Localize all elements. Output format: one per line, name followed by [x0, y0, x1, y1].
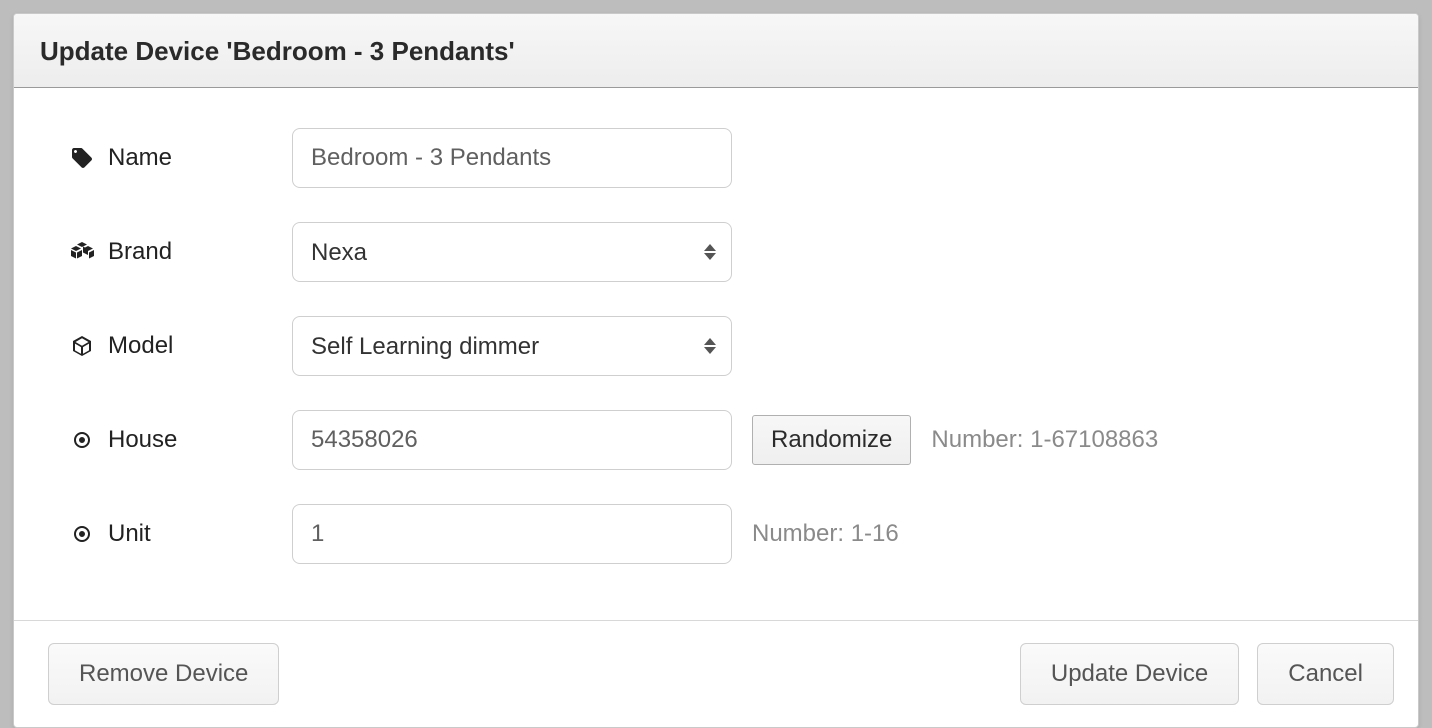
label-house-text: House: [108, 426, 177, 454]
model-select[interactable]: Self Learning dimmer: [292, 316, 732, 376]
row-unit: Unit Number: 1-16: [70, 504, 1368, 564]
name-input[interactable]: [292, 128, 732, 188]
tag-icon: [70, 146, 94, 170]
label-model-text: Model: [108, 332, 173, 360]
label-brand: Brand: [70, 238, 292, 266]
model-select-wrap: Self Learning dimmer: [292, 316, 732, 376]
label-brand-text: Brand: [108, 238, 172, 266]
update-device-button[interactable]: Update Device: [1020, 643, 1239, 705]
house-hint: Number: 1-67108863: [931, 426, 1158, 454]
cube-icon: [70, 334, 94, 358]
dialog-header: Update Device 'Bedroom - 3 Pendants': [14, 14, 1418, 88]
label-unit: Unit: [70, 520, 292, 548]
label-unit-text: Unit: [108, 520, 151, 548]
row-house: House Randomize Number: 1-67108863: [70, 410, 1368, 470]
target-icon: [70, 428, 94, 452]
dialog-body: Name Brand Nexa: [14, 88, 1418, 620]
brand-select[interactable]: Nexa: [292, 222, 732, 282]
label-house: House: [70, 426, 292, 454]
unit-input[interactable]: [292, 504, 732, 564]
row-brand: Brand Nexa: [70, 222, 1368, 282]
cubes-icon: [70, 240, 94, 264]
row-name: Name: [70, 128, 1368, 188]
house-input[interactable]: [292, 410, 732, 470]
unit-hint: Number: 1-16: [752, 520, 899, 548]
label-model: Model: [70, 332, 292, 360]
label-name: Name: [70, 144, 292, 172]
brand-select-wrap: Nexa: [292, 222, 732, 282]
update-device-dialog: Update Device 'Bedroom - 3 Pendants' Nam…: [13, 13, 1419, 728]
row-model: Model Self Learning dimmer: [70, 316, 1368, 376]
randomize-button[interactable]: Randomize: [752, 415, 911, 465]
target-icon: [70, 522, 94, 546]
label-name-text: Name: [108, 144, 172, 172]
dialog-title: Update Device 'Bedroom - 3 Pendants': [40, 36, 1392, 67]
remove-device-button[interactable]: Remove Device: [48, 643, 279, 705]
dialog-footer: Remove Device Update Device Cancel: [14, 620, 1418, 727]
cancel-button[interactable]: Cancel: [1257, 643, 1394, 705]
